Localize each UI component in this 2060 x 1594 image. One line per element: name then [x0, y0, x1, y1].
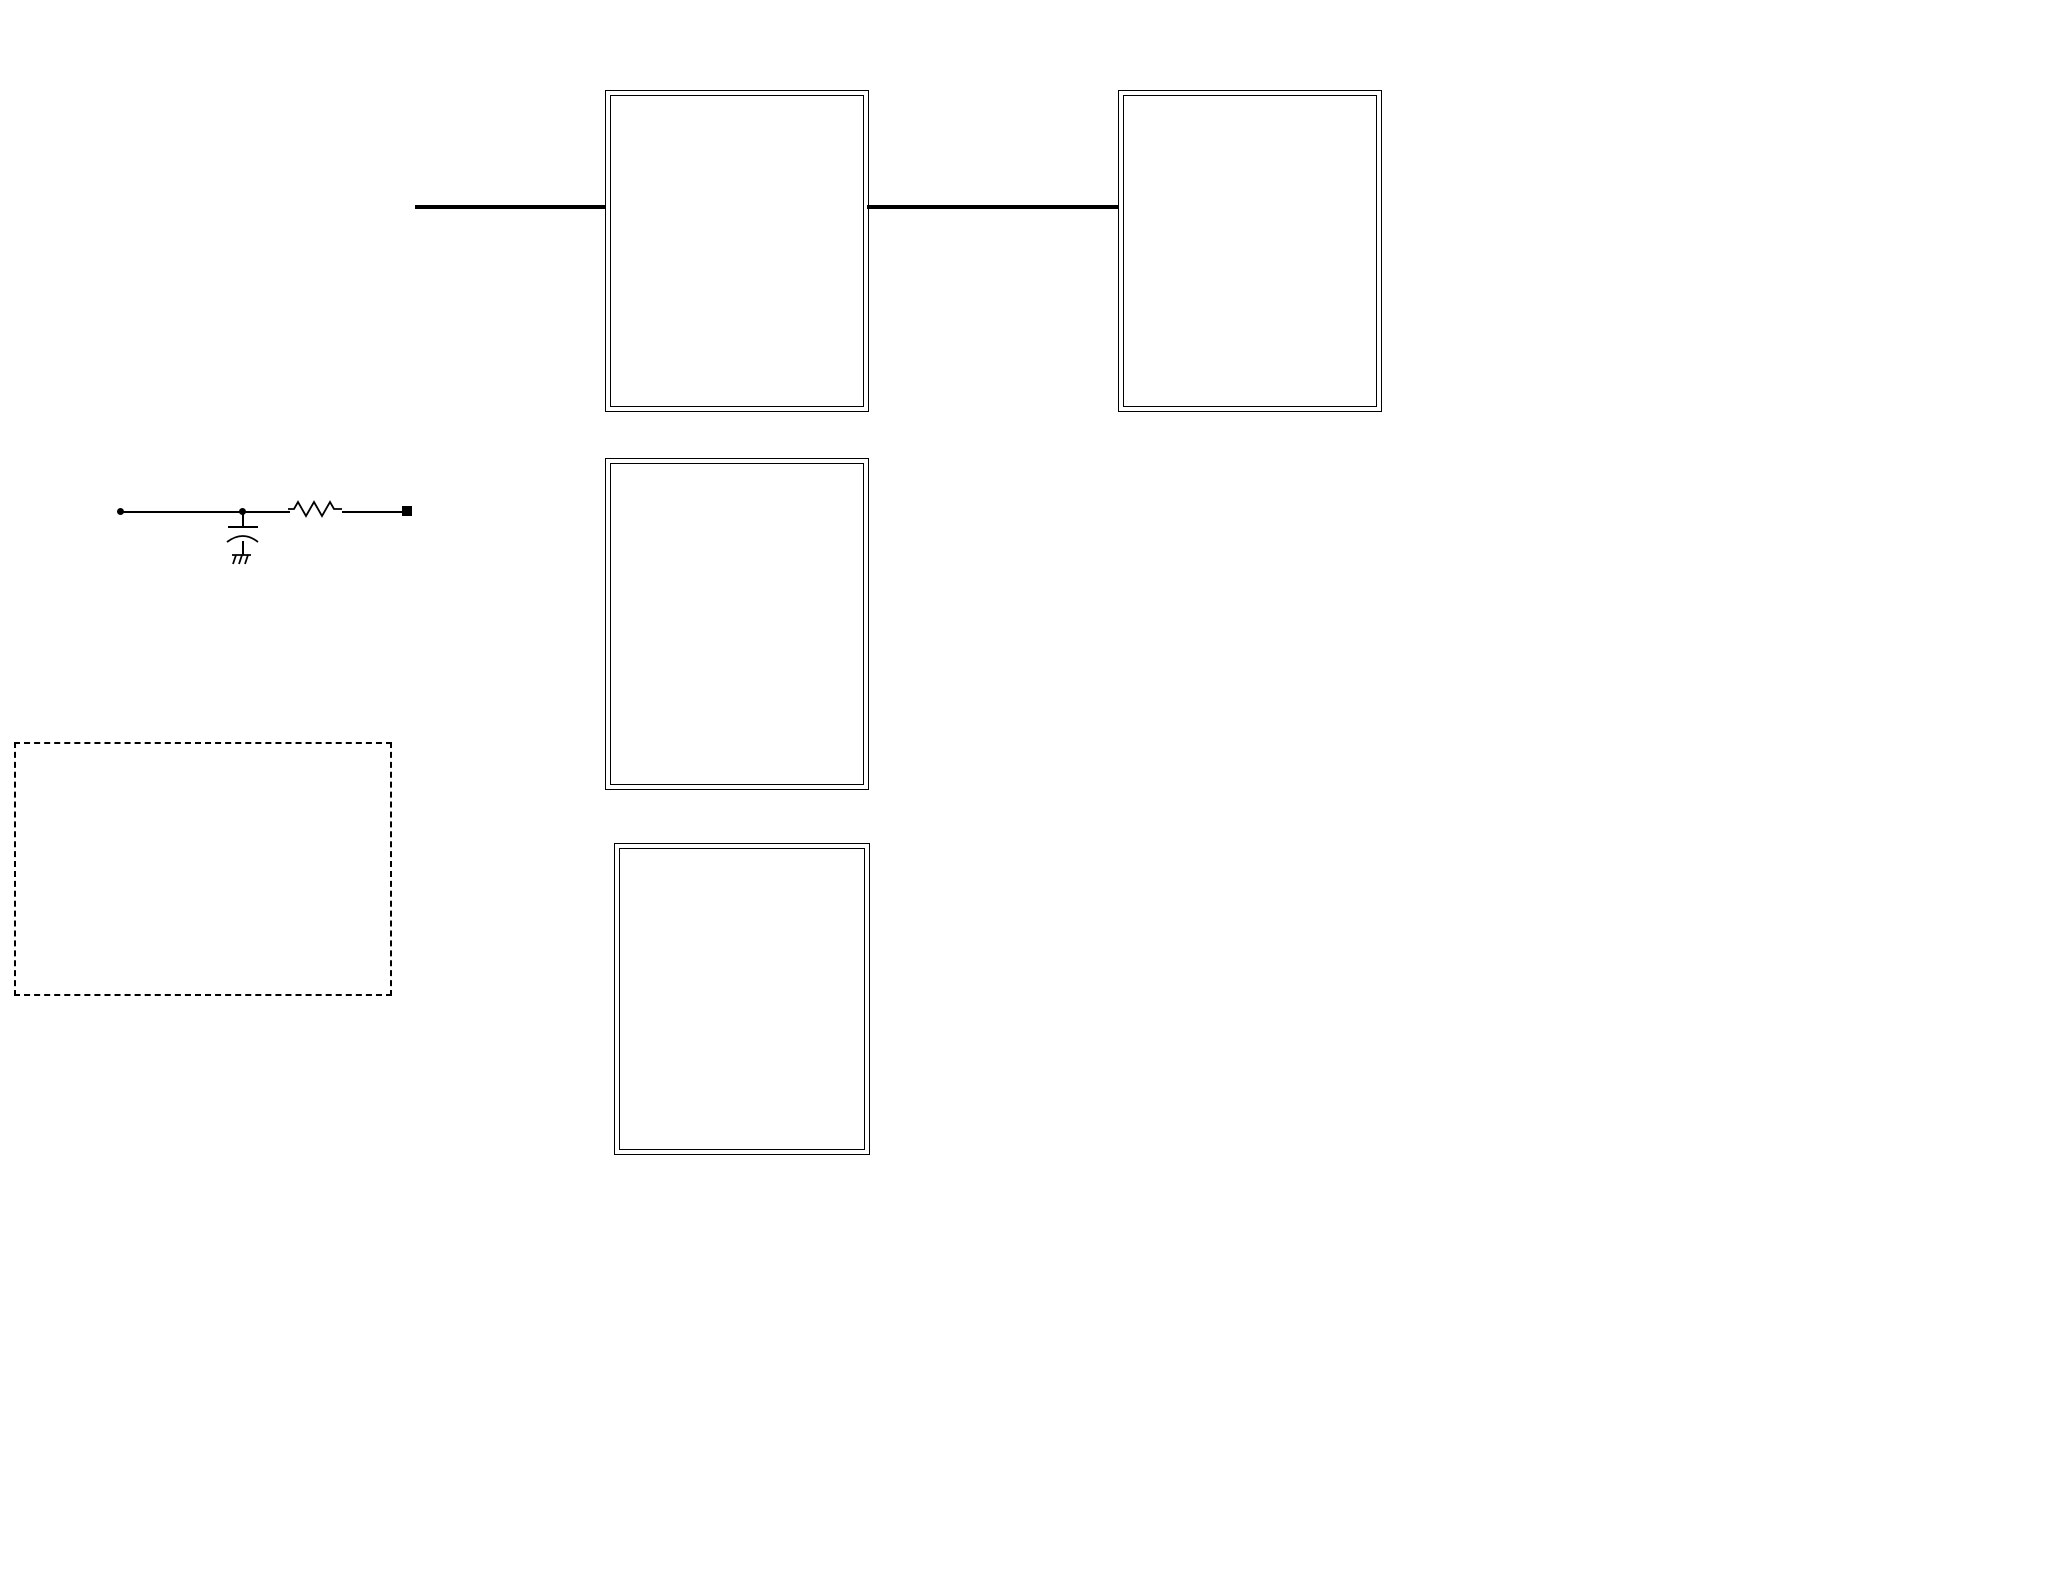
driver-power-amplifier-block — [605, 90, 869, 412]
alc-block — [605, 458, 869, 790]
junction-dot — [117, 508, 124, 515]
wire — [242, 511, 244, 526]
r122-symbol — [288, 500, 342, 518]
pa-out-net — [867, 205, 1118, 209]
cap-plate — [228, 526, 258, 529]
dc-supply-block — [614, 843, 870, 1155]
decoupling-network-boundary — [14, 742, 392, 996]
ground-symbol — [232, 554, 251, 565]
rf-input-tx-net — [415, 205, 605, 209]
harmonic-filter-block — [1118, 90, 1382, 412]
wire — [342, 511, 404, 513]
wire — [120, 511, 290, 513]
wire — [242, 541, 244, 555]
